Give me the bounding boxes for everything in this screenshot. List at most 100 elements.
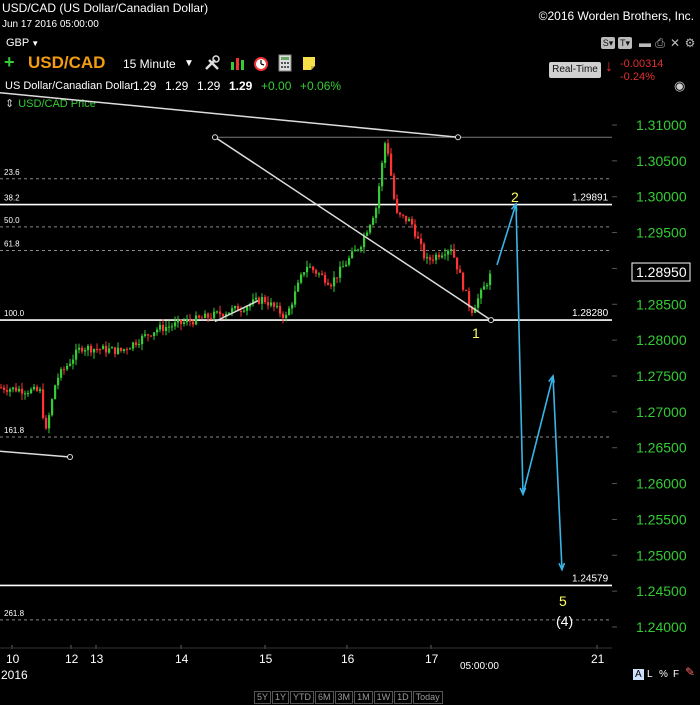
candle-body	[273, 302, 276, 307]
candle-body	[159, 324, 162, 330]
candle-body	[486, 284, 489, 287]
candle-body	[33, 386, 36, 390]
candle-body	[372, 217, 375, 225]
trendline-anchor	[488, 317, 494, 324]
candle-body	[483, 286, 486, 290]
candle-body	[150, 335, 153, 337]
candle-body	[207, 313, 210, 318]
candle-body	[12, 387, 15, 390]
fib-level-label: 50.0	[4, 216, 20, 225]
candle-body	[189, 319, 192, 322]
candle-body	[399, 212, 402, 215]
pencil-icon[interactable]: ✎	[685, 665, 695, 679]
candle-body	[39, 389, 42, 391]
candle-body	[264, 297, 267, 303]
candle-body	[243, 310, 246, 312]
candle-body	[279, 305, 282, 314]
candle-body	[306, 266, 309, 273]
candle-body	[69, 363, 72, 366]
time-tick-label: 12	[65, 652, 79, 666]
candle-body	[201, 317, 204, 319]
candle-body	[132, 342, 135, 349]
candle-body	[36, 386, 39, 391]
candle-body	[72, 359, 75, 364]
candle-body	[282, 313, 285, 318]
candle-body	[381, 162, 384, 187]
candle-body	[258, 297, 261, 304]
candle-body	[438, 254, 441, 258]
range-button[interactable]: 5Y	[254, 691, 272, 704]
candle-body	[288, 308, 291, 316]
log-scale-button[interactable]: L	[647, 669, 653, 680]
candle-body	[120, 347, 123, 351]
candle-body	[297, 282, 300, 292]
candle-body	[384, 143, 387, 163]
trendline	[0, 91, 459, 138]
candle-body	[45, 417, 48, 429]
candle-body	[126, 349, 129, 351]
candle-body	[393, 175, 396, 199]
range-button[interactable]: 1M	[354, 691, 373, 704]
range-button[interactable]: 6M	[315, 691, 334, 704]
candle-body	[216, 311, 219, 313]
candle-body	[417, 236, 420, 239]
candle-body	[267, 302, 270, 306]
candle-body	[234, 306, 237, 309]
candle-body	[333, 277, 336, 287]
candle-body	[420, 238, 423, 245]
price-tick-label: 1.24000	[636, 619, 687, 635]
candle-body	[177, 319, 180, 323]
candle-body	[330, 284, 333, 287]
time-tick-label: 13	[90, 652, 104, 666]
candle-body	[174, 322, 177, 327]
candle-body	[453, 249, 456, 258]
candle-body	[351, 251, 354, 258]
percent-scale-button[interactable]: %	[659, 669, 668, 680]
candle-body	[51, 399, 54, 416]
candle-body	[138, 344, 141, 346]
candle-body	[192, 321, 195, 325]
candle-body	[285, 315, 288, 318]
candle-body	[477, 298, 480, 308]
candle-body	[459, 269, 462, 273]
range-button[interactable]: 1Y	[272, 691, 290, 704]
candle-body	[15, 387, 18, 392]
fit-button[interactable]: F	[673, 669, 679, 680]
candle-body	[105, 345, 108, 353]
candle-body	[411, 218, 414, 225]
candle-body	[114, 347, 117, 354]
candle-body	[348, 257, 351, 265]
range-button[interactable]: YTD	[290, 691, 315, 704]
candle-body	[456, 257, 459, 270]
price-chart[interactable]: 23.6 38.2 50.0 61.8 100.0 161.8 261.8 1.29891 1.…	[0, 0, 700, 700]
candle-body	[309, 266, 312, 268]
candle-body	[30, 389, 33, 394]
price-tick-label: 1.31000	[636, 117, 687, 133]
auto-scale-button[interactable]: A	[633, 669, 644, 680]
range-button[interactable]: 3M	[334, 691, 354, 704]
wave-projection-segment	[522, 375, 554, 495]
candle-body	[375, 208, 378, 218]
candle-body	[321, 273, 324, 275]
time-tick-label: 16	[341, 652, 355, 666]
candle-body	[387, 143, 390, 154]
candle-body	[447, 250, 450, 255]
fib-level-label: 261.8	[4, 609, 25, 618]
range-button[interactable]: 1W	[373, 691, 394, 704]
candle-body	[27, 393, 30, 395]
candle-body	[360, 247, 363, 250]
price-tick-label: 1.27000	[636, 404, 687, 420]
time-tick-label: 17	[425, 652, 439, 666]
candle-body	[186, 319, 189, 323]
fib-level-label: 100.0	[4, 309, 25, 318]
price-tick-label: 1.26000	[636, 476, 687, 492]
candle-body	[180, 319, 183, 324]
candle-body	[444, 254, 447, 256]
candle-body	[414, 224, 417, 237]
range-button[interactable]: Today	[412, 691, 443, 704]
candle-body	[396, 198, 399, 213]
candle-body	[426, 257, 429, 259]
elliott-wave-label: (4)	[556, 613, 573, 629]
range-button[interactable]: 1D	[394, 691, 412, 704]
candle-body	[213, 311, 216, 319]
